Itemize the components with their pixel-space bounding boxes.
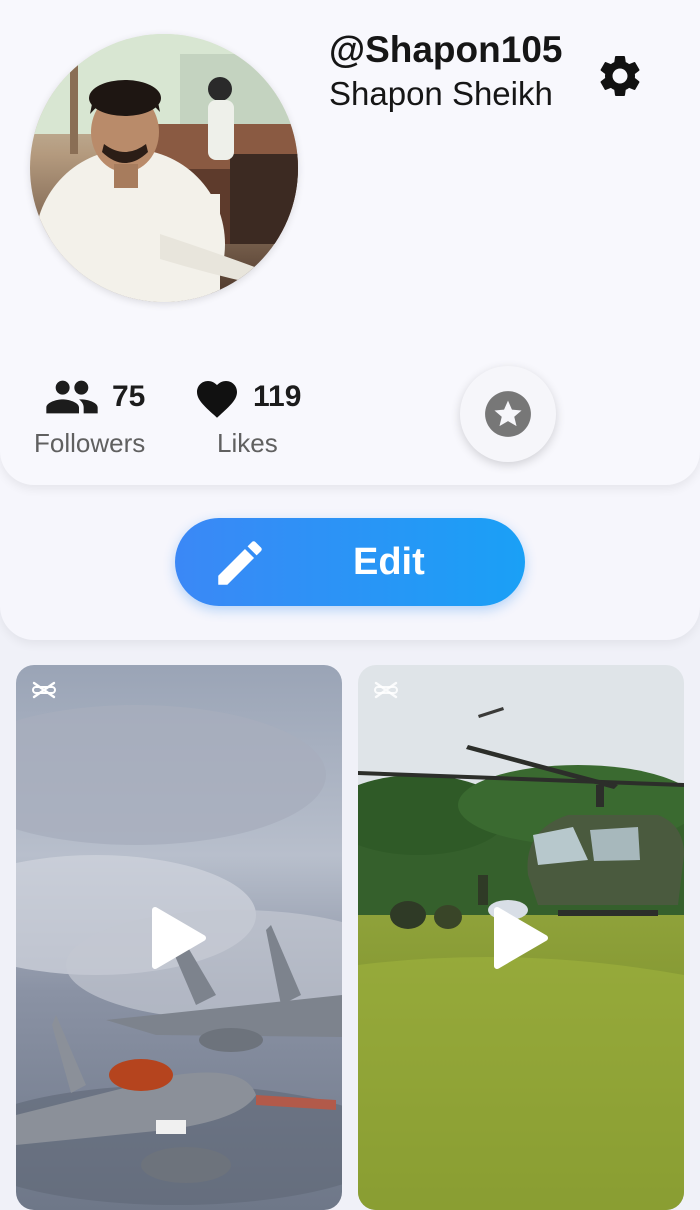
profile-full-name: Shapon Sheikh [329, 75, 553, 112]
edit-profile-button[interactable]: Edit [175, 518, 525, 606]
avatar[interactable] [30, 34, 298, 302]
play-icon [494, 906, 548, 969]
pencil-icon [218, 541, 262, 585]
followers-label: Followers [34, 428, 146, 458]
capcut-icon [32, 681, 56, 699]
likes-label: Likes [217, 428, 278, 458]
favorite-button[interactable] [460, 366, 556, 462]
followers-count: 75 [112, 380, 146, 413]
video-thumbnail-jets[interactable] [16, 665, 342, 1210]
play-icon [152, 906, 206, 969]
people-icon [46, 380, 98, 414]
likes-stat[interactable]: 119 Likes [193, 372, 302, 458]
video-thumbnail-helicopter[interactable] [358, 665, 684, 1210]
settings-button[interactable] [592, 48, 648, 104]
heart-icon [197, 381, 237, 418]
gear-icon [600, 55, 640, 96]
likes-count: 119 [253, 380, 302, 413]
capcut-icon [374, 681, 398, 699]
profile-username: @Shapon105 [329, 29, 563, 70]
star-icon [485, 391, 531, 437]
followers-stat[interactable]: 75 Followers [34, 372, 146, 458]
avatar-image [30, 34, 298, 302]
edit-button-label: Edit [353, 541, 425, 583]
